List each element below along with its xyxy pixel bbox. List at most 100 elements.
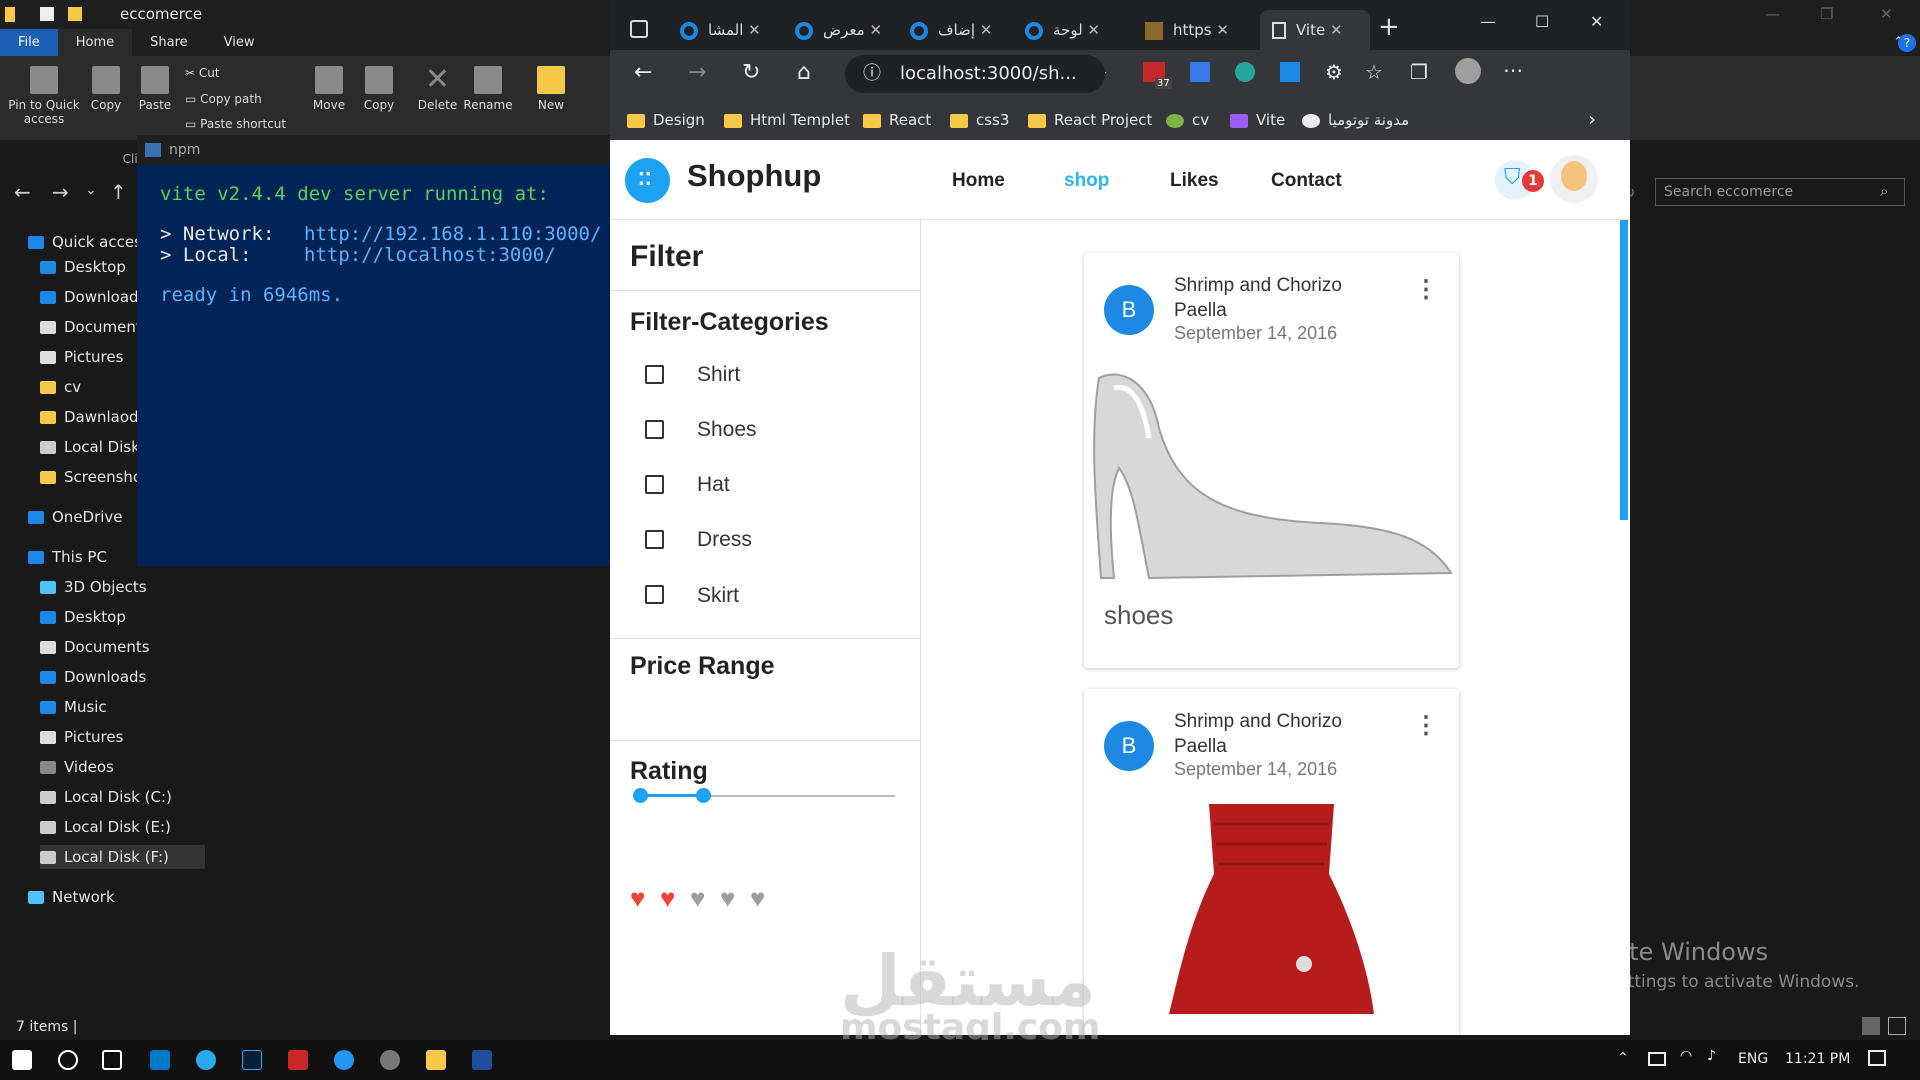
back-icon[interactable]: ← [634, 60, 652, 85]
tab-close-icon[interactable]: ✕ [1216, 21, 1229, 39]
sidebar-item[interactable]: Local Disk (E:) [40, 815, 171, 839]
terminal-network-url[interactable]: http://192.168.1.110:3000/ [304, 223, 601, 245]
sidebar-item[interactable]: 3D Objects [40, 575, 147, 599]
bookmark-react[interactable]: React [863, 111, 931, 129]
address-bar[interactable]: ⓘ localhost:3000/sh... [845, 55, 1105, 93]
wifi-icon[interactable]: ◠ [1680, 1048, 1692, 1064]
browser-tab-4[interactable]: لوحة ✕ [1025, 10, 1125, 50]
product-card[interactable]: B Shrimp and Chorizo Paella September 14… [1084, 689, 1459, 1035]
translate-extension-icon[interactable] [1190, 62, 1210, 82]
favorites-icon[interactable]: ☆ [1365, 60, 1383, 84]
checkbox-skirt[interactable] [645, 585, 664, 604]
profile-icon[interactable] [1455, 58, 1481, 84]
battery-icon[interactable] [1648, 1052, 1666, 1066]
start-icon[interactable] [12, 1050, 32, 1070]
sidebar-item[interactable]: cv [40, 375, 81, 399]
sidebar-item[interactable]: Music [40, 695, 107, 719]
sidebar-item[interactable]: OneDrive [28, 505, 123, 529]
recent-icon[interactable]: ⌄ [85, 182, 97, 198]
nav-shop[interactable]: shop [1064, 170, 1109, 192]
sidebar-item[interactable]: Desktop [40, 255, 126, 279]
close-icon[interactable]: ✕ [1880, 0, 1893, 29]
card-more-icon[interactable]: ⋮ [1414, 711, 1438, 740]
browser-tab-3[interactable]: إضاف ✕ [910, 10, 1010, 50]
browser-tab-5[interactable]: https ✕ [1145, 10, 1245, 50]
color-extension-icon[interactable] [1235, 62, 1255, 82]
browser-tab-1[interactable]: المشا ✕ [680, 10, 780, 50]
photoshop-icon[interactable] [242, 1050, 262, 1070]
forward-icon[interactable]: → [52, 180, 69, 204]
properties-icon[interactable] [40, 7, 54, 21]
back-icon[interactable]: ← [14, 180, 31, 204]
pin-button[interactable]: Pin to Quick access [5, 56, 83, 126]
sidebar-item[interactable]: Documents [40, 315, 150, 339]
edge-icon[interactable] [334, 1050, 354, 1070]
refresh-icon[interactable]: ↻ [742, 60, 760, 85]
new-tab-icon[interactable]: + [1378, 12, 1400, 42]
search-icon[interactable] [58, 1050, 78, 1070]
paste-shortcut-button[interactable]: ▭ Paste shortcut [185, 117, 286, 131]
sidebar-item[interactable]: Videos [40, 755, 114, 779]
rating-heart-icon[interactable]: ♥ [750, 885, 765, 911]
price-slider-max-handle[interactable] [696, 788, 711, 803]
bookmark-blog[interactable]: مدونة توتوميا [1302, 111, 1409, 129]
page-scrollbar[interactable] [1620, 220, 1628, 520]
sidebar-item[interactable]: Local Disk (C:) [40, 785, 172, 809]
rename-button[interactable]: Rename [462, 56, 514, 112]
checkbox-shoes[interactable] [645, 420, 664, 439]
rating-heart-icon[interactable]: ♥ [690, 885, 705, 911]
sidebar-item[interactable]: Pictures [40, 725, 123, 749]
vscode-icon[interactable] [150, 1050, 170, 1070]
sidebar-item[interactable]: Local Disk (F:) [40, 845, 205, 869]
maximize-icon[interactable]: ☐ [1535, 12, 1549, 31]
copy-path-button[interactable]: ▭ Copy path [185, 92, 262, 106]
large-icons-view-icon[interactable] [1888, 1017, 1906, 1035]
tab-close-icon[interactable]: ✕ [869, 21, 882, 39]
forward-icon[interactable]: → [688, 60, 706, 85]
minimize-icon[interactable]: — [1765, 0, 1780, 29]
maximize-icon[interactable]: ❐ [1820, 0, 1833, 29]
bookmark-html-templet[interactable]: Html Templet [724, 111, 850, 129]
tab-close-icon[interactable]: ✕ [748, 21, 761, 39]
more-menu-icon[interactable]: ⋯ [1503, 58, 1523, 82]
sidebar-item[interactable]: Screenshot [40, 465, 148, 489]
task-view-icon[interactable] [102, 1050, 122, 1070]
search-input[interactable]: Search eccomerce [1655, 178, 1905, 206]
logo-icon[interactable]: ⁚⁚ [625, 158, 670, 203]
rating-heart-icon[interactable]: ♥ [630, 885, 645, 911]
extensions-icon[interactable]: ⚙ [1325, 60, 1343, 84]
sidebar-item[interactable]: This PC [28, 545, 107, 569]
volume-icon[interactable]: ♪ [1707, 1048, 1716, 1064]
rating-heart-icon[interactable]: ♥ [660, 885, 675, 911]
nav-likes[interactable]: Likes [1170, 170, 1219, 192]
terminal-window[interactable]: vite v2.4.4 dev server running at: > Net… [137, 165, 610, 566]
cut-button[interactable]: ✂ Cut [185, 66, 220, 80]
details-view-icon[interactable] [1862, 1017, 1880, 1035]
tab-file[interactable]: File [0, 29, 58, 56]
checkbox-hat[interactable] [645, 475, 664, 494]
product-card[interactable]: B Shrimp and Chorizo Paella September 14… [1084, 253, 1459, 668]
browser-tab-active[interactable]: Vite ✕ [1260, 10, 1370, 50]
sidebar-item[interactable]: Pictures [40, 345, 123, 369]
nav-home[interactable]: Home [952, 170, 1005, 192]
sidebar-item[interactable]: Local Disk [40, 435, 140, 459]
close-icon[interactable]: ✕ [1590, 12, 1603, 31]
collections-icon[interactable]: ❐ [1410, 60, 1428, 84]
rating-heart-icon[interactable]: ♥ [720, 885, 735, 911]
help-icon[interactable]: ? [1898, 34, 1916, 52]
category-label-skirt[interactable]: Skirt [697, 584, 739, 608]
home-icon[interactable]: ⌂ [797, 60, 811, 85]
category-label-dress[interactable]: Dress [697, 528, 752, 552]
file-explorer-icon[interactable] [426, 1050, 446, 1070]
sidebar-item[interactable]: Documents [40, 635, 150, 659]
screen-extension-icon[interactable] [1280, 62, 1300, 82]
app-icon[interactable] [288, 1050, 308, 1070]
telegram-icon[interactable] [196, 1050, 216, 1070]
user-avatar[interactable] [1550, 155, 1598, 203]
up-icon[interactable]: ↑ [110, 180, 127, 204]
sidebar-item[interactable]: Downloads [40, 285, 146, 309]
powershell-icon[interactable] [472, 1050, 492, 1070]
card-more-icon[interactable]: ⋮ [1414, 275, 1438, 304]
settings-icon[interactable] [380, 1050, 400, 1070]
search-icon[interactable]: ⌕ [1880, 182, 1888, 200]
